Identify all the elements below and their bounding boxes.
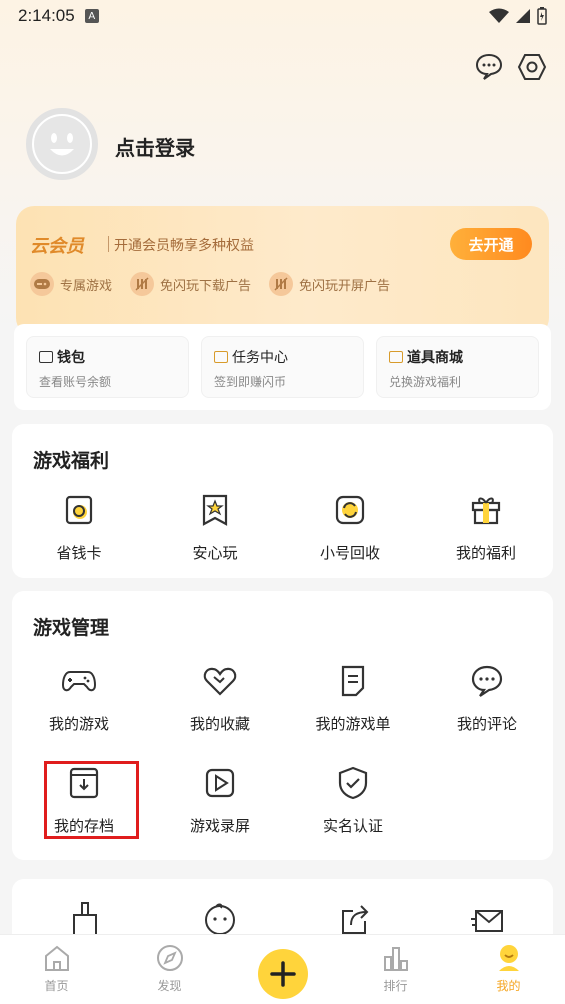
grid-item-verification[interactable]: 实名认证: [288, 765, 418, 836]
safe-play-icon: [202, 494, 228, 526]
vip-divider: [108, 236, 109, 252]
message-icon[interactable]: [474, 52, 504, 82]
nav-label: 排行: [383, 979, 408, 993]
gift-icon: [471, 497, 501, 525]
grid-label: 我的评论: [456, 715, 517, 733]
grid-item-screen-record[interactable]: 游戏录屏: [155, 765, 285, 836]
task-icon: [214, 351, 228, 363]
no-ad-icon: [269, 272, 294, 296]
status-indicators: [489, 7, 547, 25]
wifi-icon: [489, 8, 509, 23]
grid-item-saving-card[interactable]: 省钱卡: [14, 492, 144, 563]
wallet-item-title: 任务中心: [232, 350, 288, 366]
vip-perk-label: 免闪玩开屏广告: [299, 278, 391, 294]
grid-label: 省钱卡: [56, 544, 102, 562]
grid-item-my-benefits[interactable]: 我的福利: [421, 492, 551, 563]
battery-icon: [537, 7, 547, 25]
status-time: 2:14:05: [18, 6, 75, 25]
grid-label: 游戏录屏: [189, 817, 250, 835]
vip-title: 云会员: [30, 236, 84, 257]
section-title: 游戏福利: [33, 450, 110, 472]
game-benefits-section: 游戏福利 省钱卡 安心玩 小号回收 我的福利: [12, 424, 553, 578]
nav-label: 我的: [496, 979, 521, 993]
wallet-item-title: 钱包: [57, 350, 85, 366]
wallet-item-shop[interactable]: 道具商城 兑换游戏福利: [376, 336, 539, 398]
vip-card[interactable]: 云会员 开通会员畅享多种权益 去开通 专属游戏 免闪玩下载广告 免闪玩开屏广告: [16, 206, 549, 336]
compass-icon: [156, 945, 183, 971]
nav-label: 发现: [157, 979, 182, 993]
gamepad-icon: [61, 671, 97, 692]
grid-label: 我的收藏: [189, 715, 250, 733]
highlight-box: [44, 761, 139, 839]
grid-label: 我的游戏: [48, 715, 109, 733]
profile-icon: [498, 945, 519, 971]
vip-perk: 免闪玩开屏广告: [269, 272, 390, 296]
login-link[interactable]: 点击登录: [115, 132, 195, 161]
vip-perks: 专属游戏 免闪玩下载广告 免闪玩开屏广告: [30, 272, 390, 296]
home-icon: [44, 945, 69, 971]
section-title: 游戏管理: [33, 617, 110, 639]
wallet-item-tasks[interactable]: 任务中心 签到即赚闪币: [201, 336, 364, 398]
status-bar: 2:14:05 A: [0, 0, 565, 32]
vip-perk: 免闪玩下载广告: [130, 272, 251, 296]
wallet-card: 钱包 查看账号余额 任务中心 签到即赚闪币 道具商城 兑换游戏福利: [14, 324, 551, 410]
grid-label: 安心玩: [192, 544, 238, 562]
grid-item-game-list[interactable]: 我的游戏单: [288, 663, 418, 734]
wallet-item-subtitle: 查看账号余额: [39, 375, 112, 389]
wallet-item-title: 道具商城: [407, 350, 463, 366]
nav-add[interactable]: [226, 935, 339, 1004]
share-icon[interactable]: [337, 901, 373, 937]
comment-icon: [471, 665, 503, 697]
grid-item-recycle[interactable]: 小号回收: [285, 492, 415, 563]
no-ad-icon: [130, 272, 155, 296]
grid-label: 我的游戏单: [315, 715, 391, 733]
baby-face-icon[interactable]: [202, 901, 238, 937]
bottom-nav: 首页 发现 排行 我的: [0, 934, 565, 1004]
wallet-item-wallet[interactable]: 钱包 查看账号余额: [26, 336, 189, 398]
vip-perk: 专属游戏: [30, 272, 112, 296]
record-icon: [205, 768, 235, 798]
saving-card-icon: [65, 495, 93, 525]
wallet-icon: [39, 351, 53, 363]
recycle-icon: [335, 495, 365, 525]
vip-description: 开通会员畅享多种权益: [114, 238, 254, 254]
grid-item-safe-play[interactable]: 安心玩: [150, 492, 280, 563]
grid-label: 我的福利: [455, 544, 516, 562]
nav-discover[interactable]: 发现: [113, 935, 226, 1004]
vip-perk-label: 专属游戏: [60, 278, 113, 294]
grid-item-my-games[interactable]: 我的游戏: [14, 663, 144, 734]
grid-item-favorites[interactable]: 我的收藏: [155, 663, 285, 734]
nav-label: 首页: [44, 979, 69, 993]
grid-label: 小号回收: [319, 544, 380, 562]
nav-home[interactable]: 首页: [0, 935, 113, 1004]
nav-mine[interactable]: 我的: [452, 935, 565, 1004]
settings-icon[interactable]: [517, 52, 547, 82]
shield-icon: [338, 766, 368, 800]
signal-icon: [516, 9, 530, 23]
vip-perk-label: 免闪玩下载广告: [160, 278, 252, 294]
vip-open-button[interactable]: 去开通: [450, 228, 532, 260]
game-pad-icon: [30, 272, 54, 296]
wallet-item-subtitle: 签到即赚闪币: [214, 375, 287, 389]
ranking-icon: [383, 947, 408, 971]
broom-icon[interactable]: [68, 901, 104, 937]
heart-icon: [203, 667, 237, 696]
list-icon: [341, 665, 365, 697]
plus-icon: [257, 948, 308, 999]
grid-label: 实名认证: [322, 817, 383, 835]
grid-item-comments[interactable]: 我的评论: [422, 663, 552, 734]
accessibility-badge: A: [84, 9, 99, 23]
wallet-item-subtitle: 兑换游戏福利: [389, 375, 462, 389]
shop-icon: [389, 351, 403, 363]
default-avatar-icon: [34, 116, 90, 172]
avatar[interactable]: [26, 108, 98, 180]
nav-ranking[interactable]: 排行: [339, 935, 452, 1004]
mail-icon[interactable]: [470, 901, 506, 937]
